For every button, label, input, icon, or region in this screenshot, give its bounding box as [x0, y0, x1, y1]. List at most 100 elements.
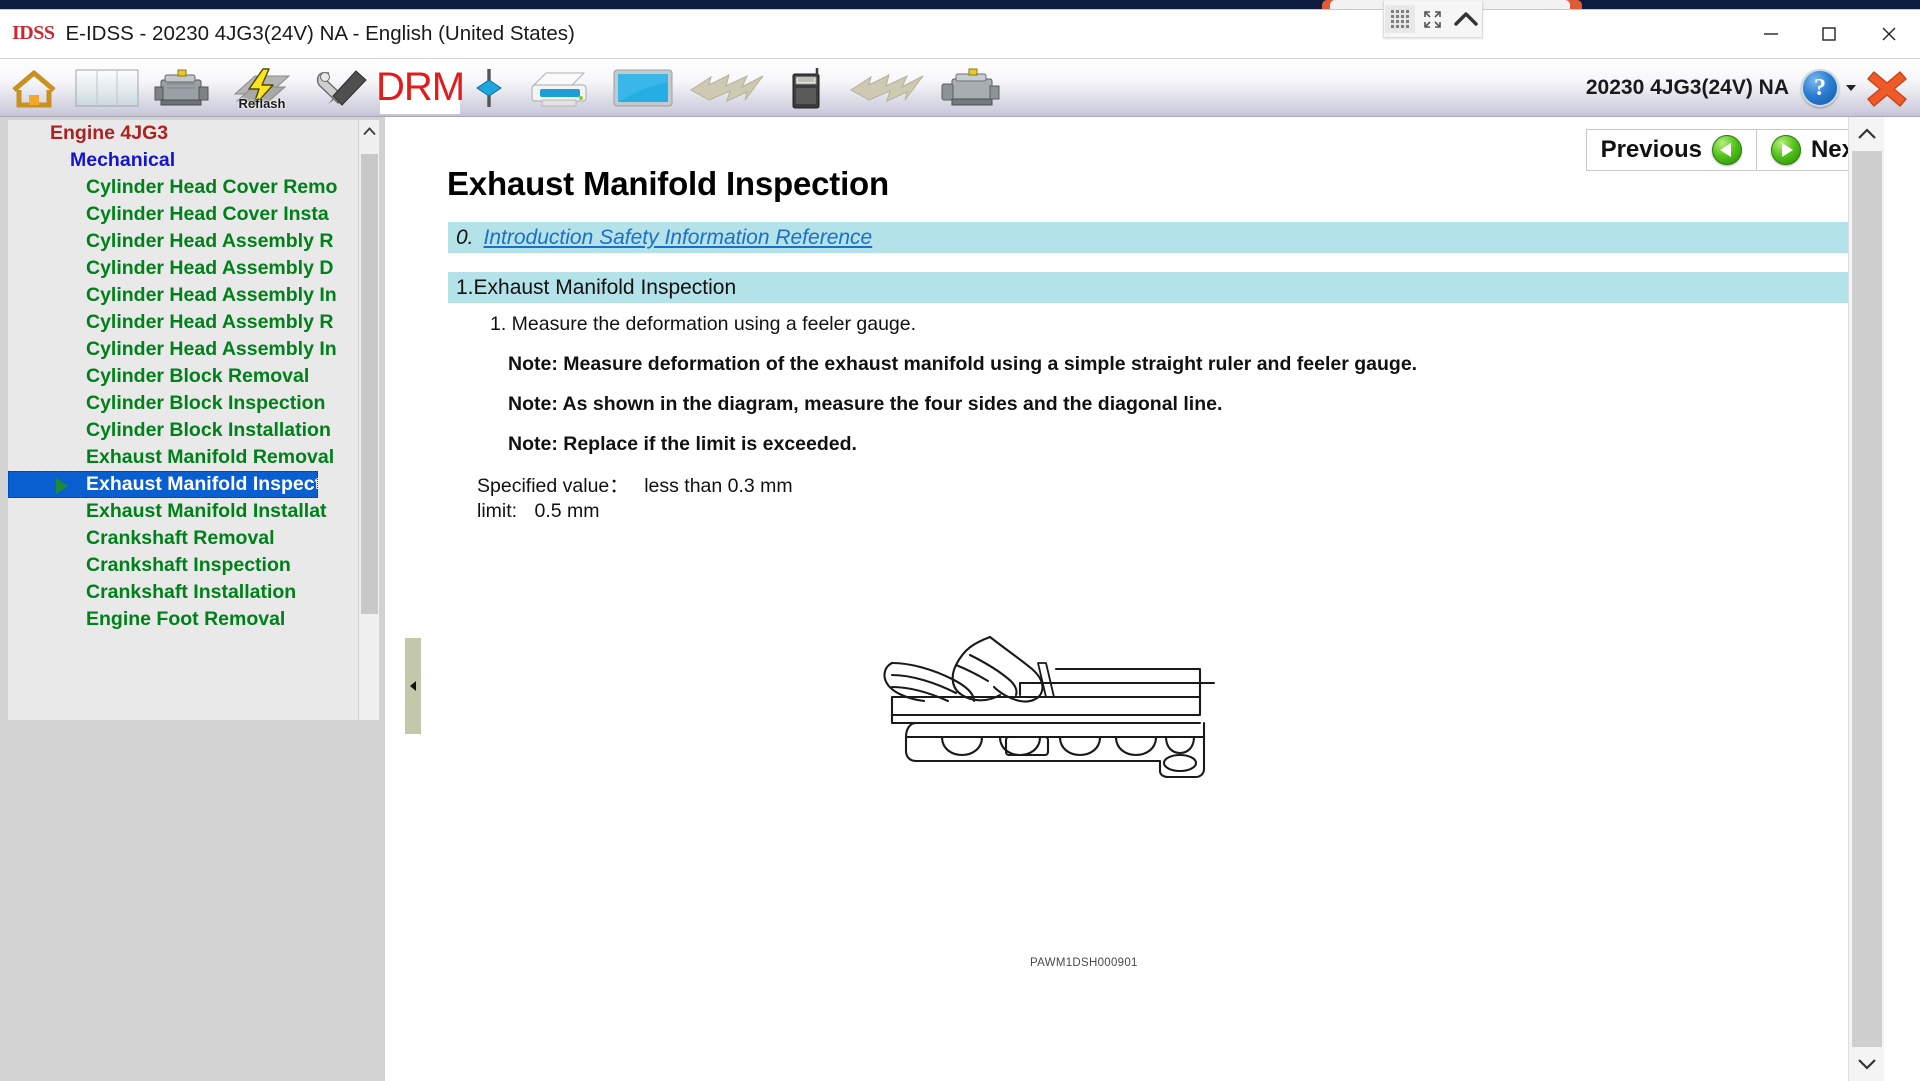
tree-item[interactable]: Crankshaft Removal	[8, 525, 348, 552]
content-scrollbar[interactable]	[1848, 117, 1884, 1081]
close-red-x-icon[interactable]	[1866, 68, 1908, 108]
chevron-up-icon[interactable]	[359, 120, 379, 142]
interface-module-icon[interactable]	[768, 59, 846, 117]
section-band-intro[interactable]: 0. Introduction Safety Information Refer…	[448, 222, 1862, 253]
engine-2-icon[interactable]	[928, 59, 1012, 117]
specified-value-row: Specified value： less than 0.3 mm	[477, 474, 1884, 499]
body-area: Engine 4JG3 Mechanical Cylinder Head Cover…	[0, 117, 1920, 1081]
tree-item[interactable]: Cylinder Block Installation	[8, 417, 348, 444]
navigation-tree: Engine 4JG3 Mechanical Cylinder Head Cover…	[8, 120, 348, 633]
sidebar-collapse-handle[interactable]	[404, 637, 422, 735]
limit-row: limit: 0.5 mm	[477, 499, 1884, 524]
tree-item[interactable]: Crankshaft Inspection	[8, 552, 348, 579]
tree-item[interactable]: Cylinder Head Cover Remo	[8, 174, 348, 201]
tree-item[interactable]: Cylinder Head Assembly In	[8, 282, 348, 309]
tree-item-label: Cylinder Block Installation	[86, 419, 331, 441]
idss-logo-icon: IDSS	[12, 22, 55, 44]
tree-item-label: Crankshaft Inspection	[86, 554, 291, 576]
tree-item-label: Cylinder Block Inspection	[86, 392, 326, 414]
tree-item-label: Cylinder Head Cover Insta	[86, 203, 329, 225]
content-area: Previous Next Exhaust Manifold Inspectio…	[430, 117, 1884, 1081]
reflash-icon[interactable]: Reflash	[218, 59, 306, 117]
tree-item[interactable]: Cylinder Head Assembly R	[8, 228, 348, 255]
page-title: Exhaust Manifold Inspection	[447, 165, 889, 202]
tree-item[interactable]: Mechanical	[8, 147, 348, 174]
arrow-left-icon	[1711, 135, 1742, 165]
vehicle-label: 20230 4JG3(24V) NA	[1585, 76, 1789, 99]
lightning-arrow-2-icon[interactable]	[846, 59, 928, 117]
tree-scroll-thumb[interactable]	[361, 154, 378, 614]
tree-item[interactable]: Cylinder Head Assembly D	[8, 255, 348, 282]
page-navigation: Previous Next	[1585, 129, 1878, 171]
tree-item-label: Exhaust Manifold Installat	[86, 500, 327, 522]
tree-item-label: Cylinder Head Assembly In	[86, 284, 337, 306]
section-band-inspection: 1. Exhaust Manifold Inspection	[448, 272, 1862, 303]
lightning-arrow-icon[interactable]	[686, 59, 768, 117]
tree-item-label: Crankshaft Removal	[86, 527, 275, 549]
note-3: Note: Replace if the limit is exceeded.	[508, 433, 857, 455]
engine-icon[interactable]	[146, 59, 218, 117]
tree-item[interactable]: Cylinder Block Removal	[8, 363, 348, 390]
tree-item[interactable]: Engine 4JG3	[8, 120, 348, 147]
chevron-up-icon[interactable]	[1451, 5, 1481, 33]
chevron-up-icon[interactable]	[1849, 117, 1884, 151]
specified-value-label: Specified value：	[477, 475, 629, 497]
chevron-down-icon[interactable]	[1846, 85, 1856, 91]
minimize-button[interactable]	[1742, 10, 1800, 58]
tree-item-label: Cylinder Head Assembly R	[86, 230, 334, 252]
limit-value: 0.5 mm	[534, 499, 600, 522]
connector-icon[interactable]	[460, 59, 518, 117]
icon-toolbar: Reflash DRM 20230 4JG3(24V) NA ?	[0, 59, 1920, 117]
tree-item[interactable]: Exhaust Manifold Removal	[8, 444, 348, 471]
window-title: E-IDSS - 20230 4JG3(24V) NA - English (U…	[65, 22, 575, 45]
tree-item[interactable]: Cylinder Head Assembly In	[8, 336, 348, 363]
tree-item-label: Cylinder Head Assembly In	[86, 338, 337, 360]
expand-arrows-icon[interactable]	[1418, 5, 1448, 33]
limit-label: limit:	[477, 499, 518, 522]
tree-item-label: Exhaust Manifold Inspecti	[86, 473, 318, 495]
tree-item[interactable]: Cylinder Block Inspection	[8, 390, 348, 417]
chevron-down-icon[interactable]	[1849, 1047, 1884, 1081]
tree-item-label: Engine 4JG3	[50, 122, 169, 144]
close-button[interactable]	[1858, 10, 1920, 58]
sidebar: Engine 4JG3 Mechanical Cylinder Head Cover…	[0, 117, 422, 1081]
tree-item[interactable]: Engine Foot Removal	[8, 606, 348, 633]
tree-item-selected[interactable]: Exhaust Manifold Inspecti	[8, 471, 318, 498]
intro-safety-link[interactable]: Introduction Safety Information Referenc…	[474, 226, 873, 250]
title-bar: IDSS E-IDSS - 20230 4JG3(24V) NA - Engli…	[0, 1, 1920, 59]
procedure-steps: 1. Measure the deformation using a feele…	[430, 313, 1884, 524]
tree-item-label: Cylinder Head Cover Remo	[86, 176, 338, 198]
laptop-icon[interactable]	[600, 59, 686, 117]
step-1: 1. Measure the deformation using a feele…	[490, 313, 917, 335]
tools-icon[interactable]	[306, 59, 380, 117]
figure-caption: PAWM1DSH000901	[1030, 957, 1138, 969]
toolbar-right-group: 20230 4JG3(24V) NA ?	[1586, 59, 1920, 117]
grid-dots-icon[interactable]	[1385, 5, 1416, 33]
drm-label: DRM	[375, 65, 465, 109]
drm-icon[interactable]: DRM	[376, 61, 465, 114]
tree-item-label: Engine Foot Removal	[86, 608, 286, 630]
previous-label: Previous	[1600, 136, 1702, 163]
tree-item[interactable]: Cylinder Head Assembly R	[8, 309, 348, 336]
help-icon[interactable]: ?	[1801, 69, 1839, 107]
tree-item[interactable]: Crankshaft Installation	[8, 579, 348, 606]
navigation-tree-panel: Engine 4JG3 Mechanical Cylinder Head Cover…	[8, 120, 379, 720]
printer-icon[interactable]	[518, 59, 600, 117]
note-1: Note: Measure deformation of the exhaust…	[508, 353, 1418, 375]
floating-mini-toolbar[interactable]	[1383, 1, 1483, 38]
band-number: 0.	[456, 225, 474, 249]
band-title: Exhaust Manifold Inspection	[473, 275, 737, 299]
specified-value: less than 0.3 mm	[644, 475, 793, 497]
specification-block: Specified value： less than 0.3 mm limit:…	[430, 474, 1884, 524]
content-scroll-track[interactable]	[1852, 151, 1882, 1047]
tree-item[interactable]: Cylinder Head Cover Insta	[8, 201, 348, 228]
tree-item-label: Mechanical	[70, 149, 176, 171]
home-icon[interactable]	[0, 59, 68, 117]
tree-scrollbar[interactable]	[358, 120, 379, 720]
tree-item-label: Exhaust Manifold Removal	[86, 446, 335, 468]
tree-item[interactable]: Exhaust Manifold Installat	[8, 498, 348, 525]
cylinder-icon[interactable]	[68, 59, 146, 117]
maximize-button[interactable]	[1800, 10, 1858, 58]
previous-button[interactable]: Previous	[1586, 130, 1756, 170]
band-number: 1.	[456, 275, 474, 299]
